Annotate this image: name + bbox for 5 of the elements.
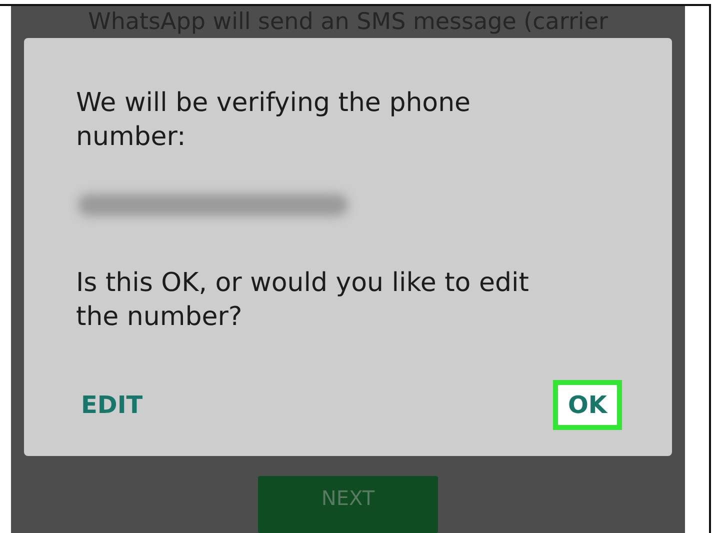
dialog-message: We will be verifying the phone number: (76, 87, 472, 154)
edit-button[interactable]: EDIT (66, 380, 158, 430)
ok-button[interactable]: OK (553, 380, 622, 430)
next-button[interactable]: NEXT (258, 476, 438, 533)
dialog-question: Is this OK, or would you like to edit the number? (76, 267, 530, 334)
